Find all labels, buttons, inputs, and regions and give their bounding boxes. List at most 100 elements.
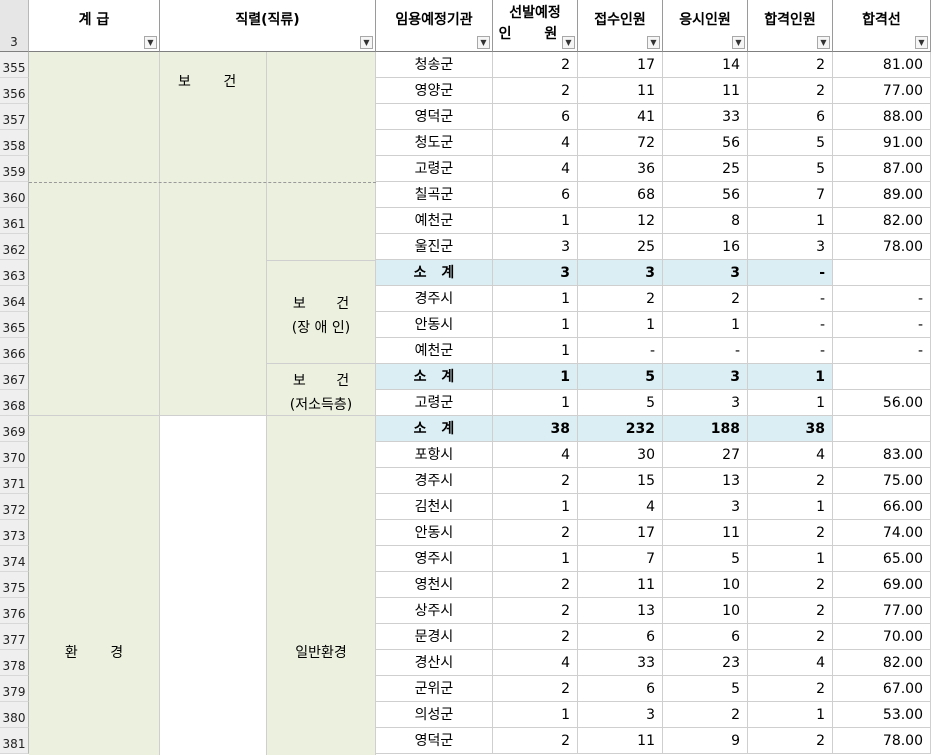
row-header[interactable]: 366 (0, 338, 29, 364)
cell-applicants[interactable]: 11 (578, 78, 663, 104)
cell-quota[interactable]: 4 (493, 156, 578, 182)
cell-cutoff[interactable]: 75.00 (833, 468, 931, 494)
cell-agency[interactable]: 경주시 (376, 286, 493, 312)
cell-quota[interactable]: 1 (493, 494, 578, 520)
filter-dropdown-arrow-icon[interactable]: ▼ (647, 36, 660, 49)
row-header[interactable]: 362 (0, 234, 29, 260)
cell-quota[interactable]: 6 (493, 182, 578, 208)
grade-merged-cell-top[interactable] (29, 52, 160, 416)
cell-agency[interactable]: 경주시 (376, 468, 493, 494)
row-header[interactable]: 357 (0, 104, 29, 130)
subtotal-cell-passers[interactable]: 38 (748, 416, 833, 442)
row-header[interactable]: 371 (0, 468, 29, 494)
row-header[interactable]: 356 (0, 78, 29, 104)
cell-cutoff[interactable]: 81.00 (833, 52, 931, 78)
subtotal-cell-agency[interactable]: 소 계 (376, 416, 493, 442)
filter-dropdown-arrow-icon[interactable]: ▼ (562, 36, 575, 49)
cell-passers[interactable]: 2 (748, 468, 833, 494)
cell-cutoff[interactable]: - (833, 338, 931, 364)
cell-passers[interactable]: 3 (748, 234, 833, 260)
subtotal-cell-passers[interactable]: - (748, 260, 833, 286)
subseries-merged-cell-general-environment[interactable]: 일반환경 (266, 416, 376, 755)
cell-passers[interactable]: 1 (748, 702, 833, 728)
row-header[interactable]: 374 (0, 546, 29, 572)
cell-agency[interactable]: 안동시 (376, 312, 493, 338)
subseries-merged-cell-lowincome[interactable]: 보 건 (저소득층) (266, 364, 376, 416)
cell-cutoff[interactable]: 87.00 (833, 156, 931, 182)
cell-quota[interactable]: 1 (493, 390, 578, 416)
filter-dropdown-arrow-icon[interactable]: ▼ (144, 36, 157, 49)
subtotal-cell-quota[interactable]: 3 (493, 260, 578, 286)
cell-agency[interactable]: 청도군 (376, 130, 493, 156)
cell-cutoff[interactable]: 82.00 (833, 208, 931, 234)
row-header[interactable]: 360 (0, 182, 29, 208)
row-header[interactable]: 376 (0, 598, 29, 624)
cell-examinees[interactable]: - (663, 338, 748, 364)
subtotal-cell-quota[interactable]: 38 (493, 416, 578, 442)
cell-examinees[interactable]: 33 (663, 104, 748, 130)
cell-examinees[interactable]: 6 (663, 624, 748, 650)
cell-cutoff[interactable]: 67.00 (833, 676, 931, 702)
cell-applicants[interactable]: 72 (578, 130, 663, 156)
cell-examinees[interactable]: 2 (663, 702, 748, 728)
cell-cutoff[interactable]: 74.00 (833, 520, 931, 546)
cell-quota[interactable]: 4 (493, 650, 578, 676)
cell-agency[interactable]: 고령군 (376, 156, 493, 182)
filter-dropdown-arrow-icon[interactable]: ▼ (360, 36, 373, 49)
cell-examinees[interactable]: 11 (663, 520, 748, 546)
cell-examinees[interactable]: 9 (663, 728, 748, 754)
cell-agency[interactable]: 울진군 (376, 234, 493, 260)
subtotal-cell-cutoff[interactable] (833, 260, 931, 286)
row-header[interactable]: 373 (0, 520, 29, 546)
subtotal-cell-quota[interactable]: 1 (493, 364, 578, 390)
filter-dropdown-arrow-icon[interactable]: ▼ (477, 36, 490, 49)
cell-quota[interactable]: 1 (493, 546, 578, 572)
cell-passers[interactable]: 4 (748, 442, 833, 468)
cell-examinees[interactable]: 25 (663, 156, 748, 182)
cell-applicants[interactable]: 3 (578, 702, 663, 728)
cell-agency[interactable]: 군위군 (376, 676, 493, 702)
cell-applicants[interactable]: 41 (578, 104, 663, 130)
cell-applicants[interactable]: 11 (578, 572, 663, 598)
cell-agency[interactable]: 안동시 (376, 520, 493, 546)
row-header[interactable]: 372 (0, 494, 29, 520)
cell-applicants[interactable]: 30 (578, 442, 663, 468)
row-header-3[interactable]: 3 (0, 0, 29, 52)
row-header[interactable]: 368 (0, 390, 29, 416)
cell-passers[interactable]: 5 (748, 130, 833, 156)
row-header[interactable]: 363 (0, 260, 29, 286)
cell-quota[interactable]: 1 (493, 286, 578, 312)
row-header[interactable]: 361 (0, 208, 29, 234)
cell-agency[interactable]: 영덕군 (376, 104, 493, 130)
cell-examinees[interactable]: 27 (663, 442, 748, 468)
row-header[interactable]: 381 (0, 728, 29, 754)
subtotal-cell-cutoff[interactable] (833, 416, 931, 442)
cell-agency[interactable]: 문경시 (376, 624, 493, 650)
cell-agency[interactable]: 영천시 (376, 572, 493, 598)
cell-examinees[interactable]: 5 (663, 546, 748, 572)
cell-agency[interactable]: 김천시 (376, 494, 493, 520)
cell-examinees[interactable]: 56 (663, 182, 748, 208)
cell-passers[interactable]: 2 (748, 598, 833, 624)
cell-passers[interactable]: - (748, 286, 833, 312)
cell-quota[interactable]: 2 (493, 520, 578, 546)
cell-passers[interactable]: 1 (748, 208, 833, 234)
cell-quota[interactable]: 1 (493, 208, 578, 234)
cell-cutoff[interactable]: 77.00 (833, 78, 931, 104)
cell-quota[interactable]: 2 (493, 624, 578, 650)
cell-quota[interactable]: 4 (493, 442, 578, 468)
subtotal-cell-cutoff[interactable] (833, 364, 931, 390)
cell-passers[interactable]: 7 (748, 182, 833, 208)
cell-quota[interactable]: 1 (493, 312, 578, 338)
cell-cutoff[interactable]: 70.00 (833, 624, 931, 650)
cell-agency[interactable]: 의성군 (376, 702, 493, 728)
cell-quota[interactable]: 2 (493, 78, 578, 104)
cell-applicants[interactable]: 15 (578, 468, 663, 494)
cell-applicants[interactable]: 2 (578, 286, 663, 312)
cell-passers[interactable]: 2 (748, 520, 833, 546)
filter-dropdown-arrow-icon[interactable]: ▼ (915, 36, 928, 49)
cell-cutoff[interactable]: 66.00 (833, 494, 931, 520)
cell-cutoff[interactable]: 56.00 (833, 390, 931, 416)
cell-agency[interactable]: 예천군 (376, 338, 493, 364)
cell-examinees[interactable]: 5 (663, 676, 748, 702)
